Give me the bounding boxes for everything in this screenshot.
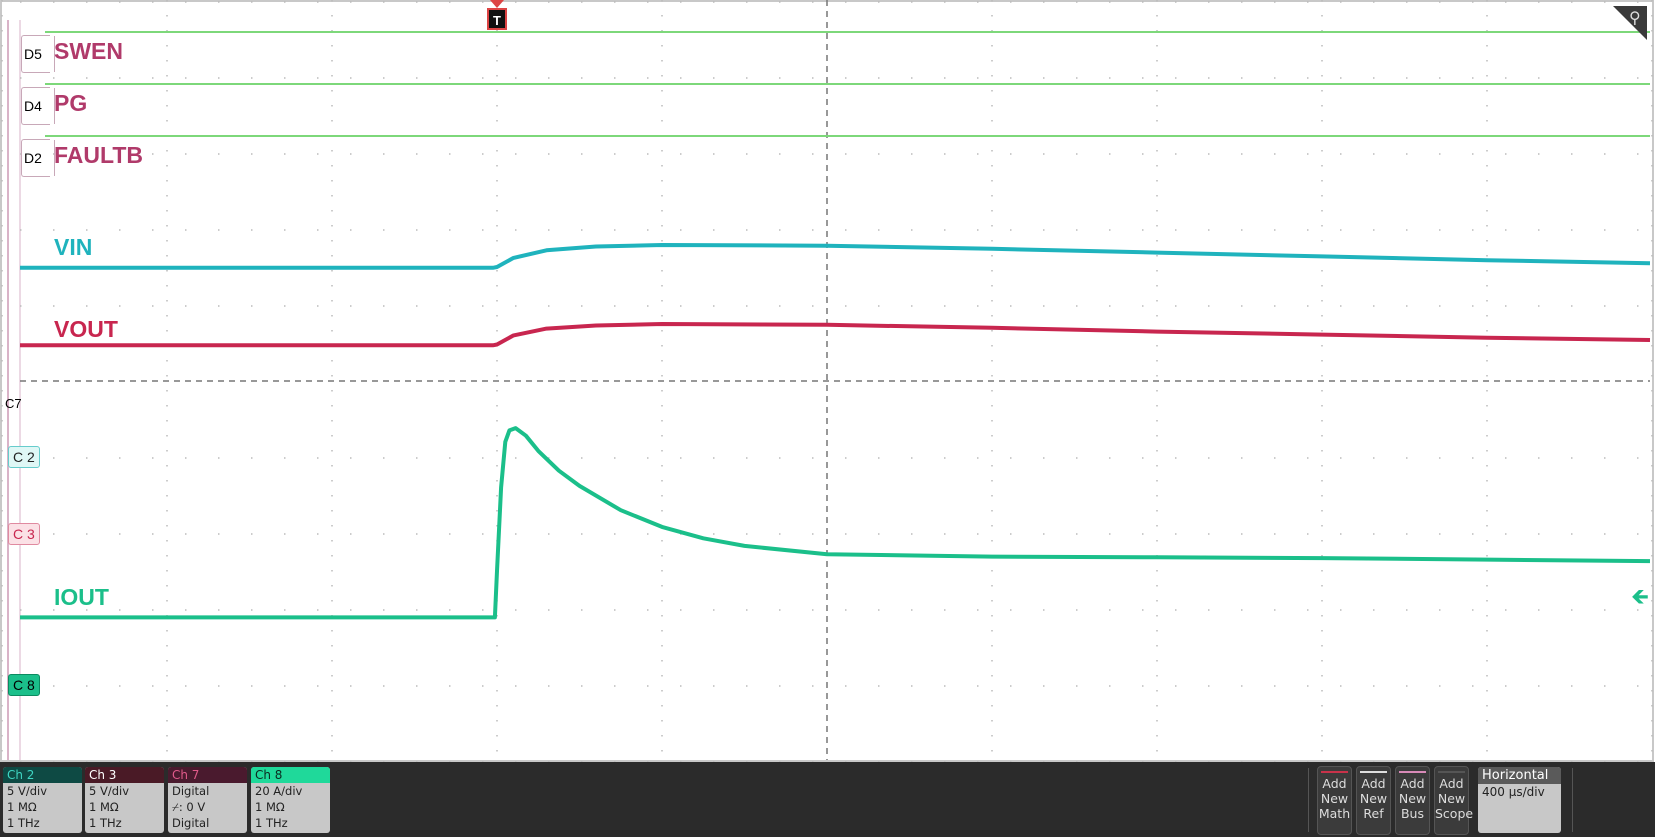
control-bar: Ch 2 5 V/div 1 MΩ 1 THz Ch 3 5 V/div 1 M…: [0, 762, 1655, 837]
trigger-position-arrow: [490, 0, 504, 8]
divider: [1572, 768, 1573, 832]
channel-badge-header: Ch 8: [251, 767, 330, 783]
button-line: New: [1359, 791, 1388, 806]
channel-bandwidth: 1 THz: [7, 816, 40, 830]
horizontal-badge[interactable]: Horizontal 400 µs/div: [1478, 767, 1561, 833]
trace-vout: [20, 322, 1651, 348]
digital-label-faultb: FAULTB: [54, 142, 144, 168]
digital-tag-d2[interactable]: D2: [21, 139, 55, 177]
channel-impedance: 1 MΩ: [7, 800, 37, 814]
digital-tag-d4[interactable]: D4: [21, 87, 55, 125]
channel-scale: 20 A/div: [255, 784, 303, 798]
button-line: New: [1398, 791, 1427, 806]
button-line: Add: [1439, 776, 1464, 791]
channel-bandwidth: 1 THz: [89, 816, 122, 830]
button-line: New: [1437, 791, 1466, 806]
trigger-marker[interactable]: T: [487, 8, 507, 30]
color-bar: [1360, 771, 1387, 773]
channel-marker-c3[interactable]: C 3: [8, 523, 40, 545]
channel-scale: 5 V/div: [89, 784, 130, 798]
channel-badge-ch3[interactable]: Ch 3 5 V/div 1 MΩ 1 THz: [85, 767, 164, 833]
channel-marker-c2[interactable]: C 2: [8, 446, 40, 468]
channel-type-secondary: Digital: [172, 816, 210, 830]
channel-impedance: 1 MΩ: [89, 800, 119, 814]
channel-badge-ch8[interactable]: Ch 8 20 A/div 1 MΩ 1 THz: [251, 767, 330, 833]
trace-iout: [20, 426, 1651, 620]
add-new-ref-button[interactable]: Add New Ref: [1356, 766, 1391, 835]
channel-badge-ch2[interactable]: Ch 2 5 V/div 1 MΩ 1 THz: [3, 767, 82, 833]
button-line: Math: [1318, 806, 1351, 821]
button-line: Add: [1322, 776, 1347, 791]
trace-vin: [20, 243, 1651, 270]
channel-marker-c7[interactable]: C7: [5, 396, 22, 411]
horizontal-scale: 400 µs/div: [1482, 785, 1545, 799]
trace-label-iout: IOUT: [54, 584, 109, 610]
horizontal-title: Horizontal: [1478, 767, 1561, 784]
color-bar: [1399, 771, 1426, 773]
channel-badge-header: Ch 2: [3, 767, 82, 783]
channel-marker-c8[interactable]: C 8: [8, 674, 40, 696]
button-line: Bus: [1400, 806, 1424, 821]
channel-badge-header: Ch 7: [168, 767, 247, 783]
channel-badge-ch7[interactable]: Ch 7 Digital ⌿: 0 V Digital: [168, 767, 247, 833]
color-bar: [1321, 771, 1348, 773]
waveform-display[interactable]: T ⚲ D5 D4 D2 SWEN PG FAULTB VIN VOUT IOU…: [0, 0, 1655, 762]
zoom-corner-button[interactable]: ⚲: [1613, 6, 1647, 40]
channel-scale: 5 V/div: [7, 784, 48, 798]
digital-label-swen: SWEN: [54, 38, 123, 64]
button-line: Add: [1400, 776, 1425, 791]
button-line: Add: [1361, 776, 1386, 791]
offset-arrow-icon[interactable]: 🡸: [1631, 580, 1649, 618]
trace-label-vin: VIN: [54, 234, 93, 260]
channel-bandwidth: 1 THz: [255, 816, 288, 830]
channel-badge-header: Ch 3: [85, 767, 164, 783]
divider: [1308, 768, 1309, 832]
button-line: Scope: [1435, 806, 1474, 821]
magnifier-icon: ⚲: [1629, 10, 1641, 27]
add-new-bus-button[interactable]: Add New Bus: [1395, 766, 1430, 835]
add-new-math-button[interactable]: Add New Math: [1317, 766, 1352, 835]
digital-tag-d5[interactable]: D5: [21, 35, 55, 73]
add-new-scope-button[interactable]: Add New Scope: [1434, 766, 1474, 835]
channel-impedance: 1 MΩ: [255, 800, 285, 814]
waveform-svg: [0, 0, 1654, 762]
channel-threshold: ⌿: 0 V: [172, 800, 206, 814]
color-bar: [1438, 771, 1465, 773]
digital-label-pg: PG: [54, 90, 88, 116]
channel-type: Digital: [172, 784, 210, 798]
button-line: New: [1320, 791, 1349, 806]
trace-label-vout: VOUT: [54, 316, 118, 342]
button-line: Ref: [1363, 806, 1384, 821]
